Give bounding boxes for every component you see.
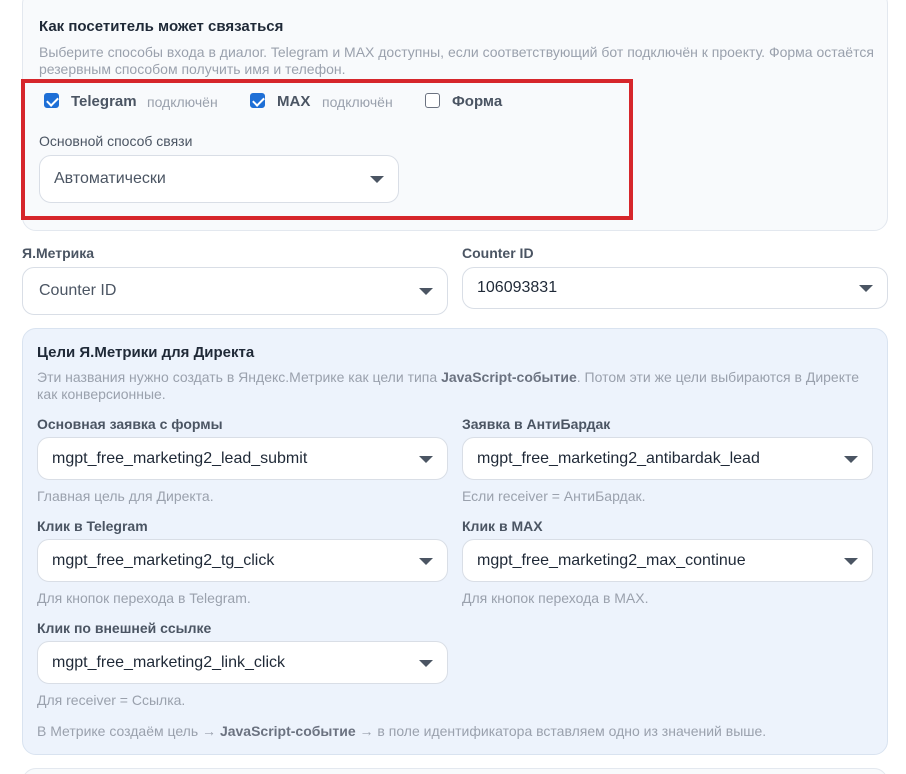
- highlight-box: [21, 79, 633, 220]
- counter-id-label: Counter ID: [462, 245, 534, 261]
- goal-hint-max-continue: Для кнопок перехода в MAX.: [462, 590, 649, 606]
- chevron-down-icon: [419, 288, 433, 295]
- goal-hint-link-click: Для receiver = Ссылка.: [37, 692, 186, 708]
- goal-hint-lead-submit: Главная цель для Директа.: [37, 488, 214, 504]
- goal-label-antibardak: Заявка в АнтиБардак: [462, 416, 611, 432]
- counter-id-select[interactable]: 106093831: [462, 267, 888, 309]
- goal-label-link-click: Клик по внешней ссылке: [37, 620, 212, 636]
- metrika-select[interactable]: Counter ID: [22, 267, 448, 315]
- goal-hint-antibardak: Если receiver = АнтиБардак.: [462, 488, 646, 504]
- goals-description: Эти названия нужно создать в Яндекс.Метр…: [37, 369, 860, 402]
- contact-section-description: Выберите способы входа в диалог. Telegra…: [39, 44, 874, 77]
- goal-label-lead-submit: Основная заявка с формы: [37, 416, 223, 432]
- chevron-down-icon: [844, 455, 858, 463]
- goal-label-max-continue: Клик в MAX: [462, 518, 543, 534]
- chevron-down-icon: [844, 557, 858, 565]
- goal-value: mgpt_free_marketing2_link_click: [52, 653, 285, 671]
- goal-value: mgpt_free_marketing2_tg_click: [52, 551, 275, 569]
- goal-hint-tg-click: Для кнопок перехода в Telegram.: [37, 590, 251, 606]
- goal-select-antibardak[interactable]: mgpt_free_marketing2_antibardak_lead: [462, 437, 873, 480]
- goal-select-link-click[interactable]: mgpt_free_marketing2_link_click: [37, 641, 448, 684]
- chevron-down-icon: [419, 557, 433, 565]
- metrika-label: Я.Метрика: [22, 245, 95, 261]
- goals-title: Цели Я.Метрики для Директа: [37, 344, 255, 361]
- goal-value: mgpt_free_marketing2_lead_submit: [52, 449, 308, 467]
- chevron-down-icon: [419, 455, 433, 463]
- goal-select-tg-click[interactable]: mgpt_free_marketing2_tg_click: [37, 539, 448, 582]
- goal-select-lead-submit[interactable]: mgpt_free_marketing2_lead_submit: [37, 437, 448, 480]
- goal-value: mgpt_free_marketing2_max_continue: [477, 551, 746, 569]
- goal-value: mgpt_free_marketing2_antibardak_lead: [477, 449, 760, 467]
- goals-footer-note: В Метрике создаём цель → JavaScript-собы…: [37, 723, 767, 739]
- next-panel-edge: [22, 768, 888, 774]
- counter-id-value: 106093831: [477, 279, 558, 296]
- goal-select-max-continue[interactable]: mgpt_free_marketing2_max_continue: [462, 539, 873, 582]
- chevron-down-icon: [419, 659, 433, 667]
- metrika-select-value: Counter ID: [39, 282, 117, 299]
- goal-label-tg-click: Клик в Telegram: [37, 518, 148, 534]
- chevron-down-icon: [859, 285, 873, 292]
- contact-section-title: Как посетитель может связаться: [39, 18, 284, 35]
